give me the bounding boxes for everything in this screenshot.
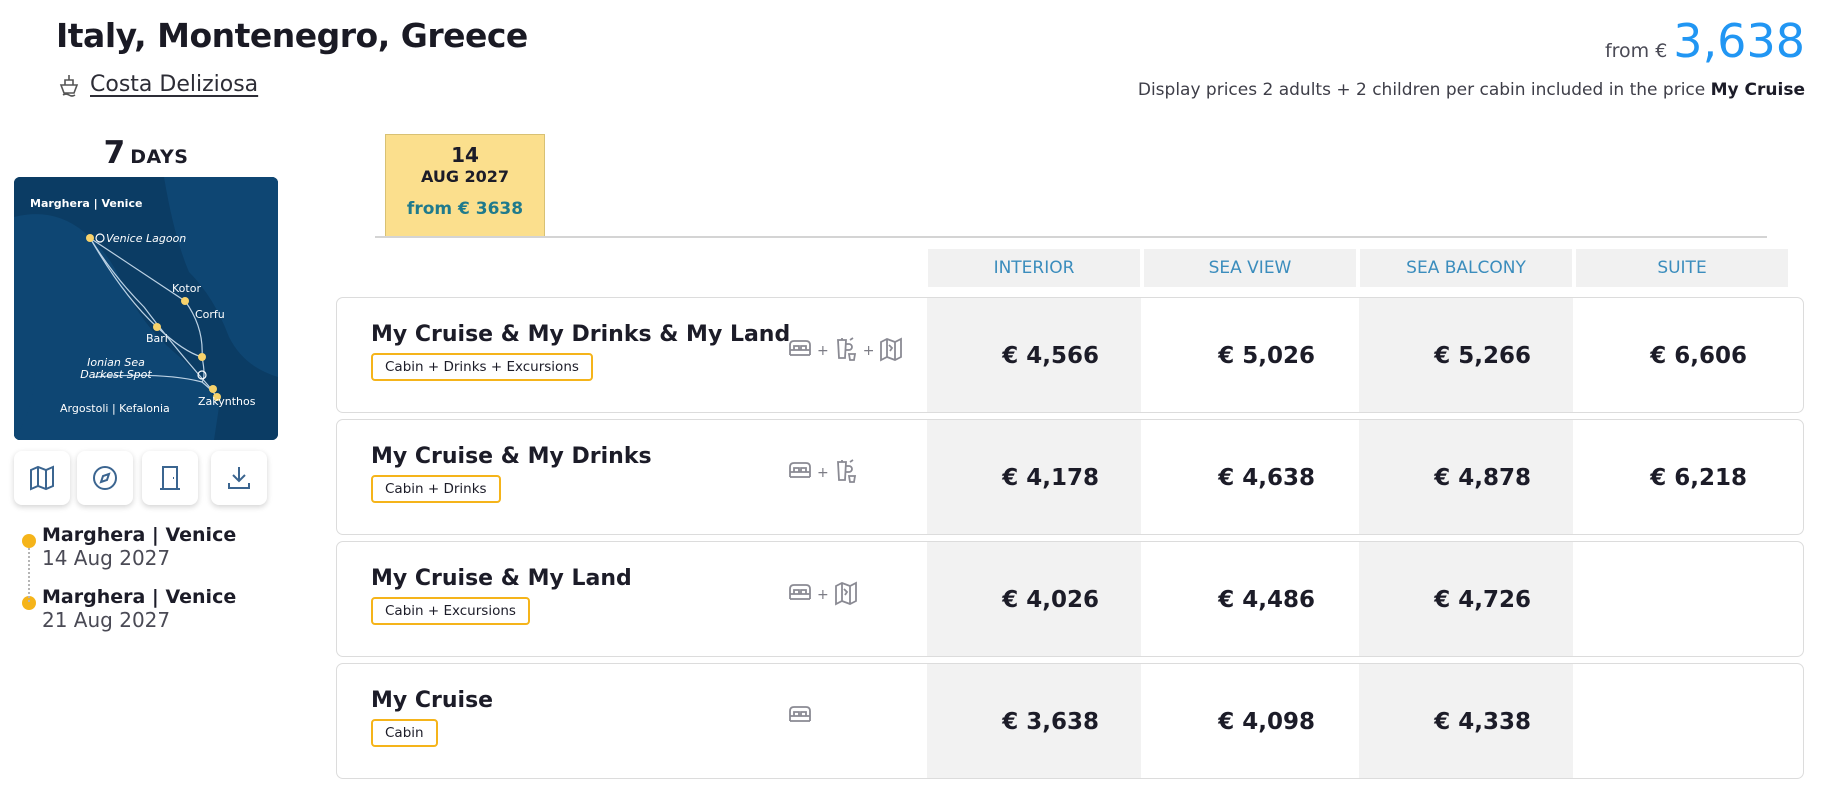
map-view-button[interactable] (14, 451, 70, 505)
tab-month-year: AUG 2027 (420, 167, 510, 186)
map-label-kotor: Kotor (172, 282, 201, 295)
map-label-lagoon: Venice Lagoon (106, 232, 187, 245)
package-row[interactable]: € 4,178 € 4,638 € 4,878 € 6,218 My Cruise & … (336, 419, 1804, 535)
plus-sign: + (817, 587, 829, 603)
price-cell-sea-balcony[interactable]: € 4,726 (1359, 542, 1573, 656)
package-info: My Cruise & My Land Cabin + Excursions (371, 566, 632, 625)
map-label-zakynthos: Zakynthos (198, 395, 256, 408)
price-cell-sea-balcony[interactable]: € 5,266 (1359, 298, 1573, 412)
ship-link[interactable]: Costa Deliziosa (58, 72, 258, 97)
package-icons: + (787, 580, 859, 610)
price-cell-sea-view[interactable]: € 5,026 (1143, 298, 1357, 412)
tab-day: 14 (451, 143, 479, 167)
drinks-icon (833, 336, 859, 366)
package-row[interactable]: € 3,638 € 4,098 € 4,338 My Cruise Cabin (336, 663, 1804, 779)
map-label-bari: Bari (146, 332, 168, 345)
price-cell-sea-view[interactable]: € 4,486 (1143, 542, 1357, 656)
tab-divider (375, 236, 1767, 238)
plus-sign: + (862, 343, 875, 359)
map-label-ionian: Ionian Sea Darkest Spot (80, 356, 152, 381)
pin-icon (22, 534, 36, 548)
price-cell-suite[interactable]: € 6,606 (1575, 298, 1789, 412)
compass-icon (93, 466, 117, 490)
itinerary-port: Marghera | Venice (42, 524, 237, 546)
cabin-icon (787, 702, 813, 732)
itinerary-stop: Marghera | Venice 14 Aug 2027 (22, 524, 236, 570)
door-icon (160, 466, 180, 490)
cabin-button[interactable] (142, 451, 198, 505)
cabin-header-sea-view: SEA VIEW (1144, 249, 1356, 287)
price-cell-suite[interactable]: € 6,218 (1575, 420, 1789, 534)
excursions-icon (833, 580, 859, 610)
package-info: My Cruise Cabin (371, 688, 493, 747)
price-cell-suite (1575, 542, 1789, 656)
map-tools (14, 451, 278, 505)
package-name: My Cruise & My Drinks & My Land (371, 322, 791, 347)
drinks-icon (833, 458, 859, 488)
package-info: My Cruise & My Drinks & My Land Cabin + D… (371, 322, 790, 381)
package-badge: Cabin + Drinks (371, 475, 501, 503)
price-cell-sea-balcony[interactable]: € 4,878 (1359, 420, 1573, 534)
itinerary-date: 14 Aug 2027 (42, 546, 171, 570)
package-row[interactable]: € 4,566 € 5,026 € 5,266 € 6,606 My Cruise & … (336, 297, 1804, 413)
duration-label: DAYS (130, 146, 189, 168)
price-cell-sea-view[interactable]: € 4,638 (1143, 420, 1357, 534)
date-tab-selected[interactable]: 14 AUG 2027 from € 3638 (385, 134, 545, 237)
package-badge: Cabin (371, 719, 438, 747)
from-price: 3,638 (1673, 14, 1805, 68)
price-cell-sea-balcony[interactable]: € 4,338 (1359, 664, 1573, 778)
cabin-header-sea-balcony: SEA BALCONY (1360, 249, 1572, 287)
download-icon (228, 467, 250, 489)
cabin-icon (787, 580, 813, 610)
header-price: from € 3,638 (1605, 14, 1805, 68)
itinerary: Marghera | Venice 14 Aug 2027 Marghera |… (22, 524, 236, 648)
from-label: from € (1604, 40, 1668, 62)
plus-sign: + (817, 465, 829, 481)
price-cell-interior[interactable]: € 4,026 (927, 542, 1141, 656)
tab-price: from € 3638 (406, 199, 524, 219)
itinerary-stop: Marghera | Venice 21 Aug 2027 (22, 586, 236, 632)
price-cell-interior[interactable]: € 3,638 (927, 664, 1141, 778)
package-name: My Cruise (371, 688, 494, 713)
price-cell-interior[interactable]: € 4,566 (927, 298, 1141, 412)
duration: 7 DAYS (14, 135, 278, 171)
ship-icon (59, 74, 79, 97)
package-icons: + + (787, 336, 904, 366)
duration-number: 7 (103, 135, 126, 171)
package-icons (787, 702, 813, 732)
package-icons: + (787, 458, 859, 488)
price-cell-sea-view[interactable]: € 4,098 (1143, 664, 1357, 778)
package-row[interactable]: € 4,026 € 4,486 € 4,726 My Cruise & My Land… (336, 541, 1804, 657)
excursions-icon (878, 336, 904, 366)
plus-sign: + (817, 343, 829, 359)
package-name: My Cruise & My Drinks (371, 444, 652, 469)
display-note: Display prices 2 adults + 2 children per… (1137, 80, 1805, 100)
cabin-icon (787, 336, 813, 366)
itinerary-connector (28, 548, 30, 602)
ship-name[interactable]: Costa Deliziosa (90, 72, 258, 97)
package-info: My Cruise & My Drinks Cabin + Drinks (371, 444, 652, 503)
map-icon (30, 465, 54, 491)
itinerary-date: 21 Aug 2027 (42, 608, 171, 632)
map-label-venice: Marghera | Venice (30, 197, 143, 210)
page-title: Italy, Montenegro, Greece (56, 16, 528, 55)
map-label-corfu: Corfu (195, 308, 225, 321)
route-map[interactable]: Marghera | Venice Venice Lagoon Kotor Co… (14, 177, 278, 440)
itinerary-port: Marghera | Venice (42, 586, 237, 608)
cabin-header-suite: SUITE (1576, 249, 1788, 287)
price-cell-suite (1575, 664, 1789, 778)
package-badge: Cabin + Excursions (371, 597, 530, 625)
download-button[interactable] (211, 451, 267, 505)
package-name: My Cruise & My Land (371, 566, 632, 591)
cabin-icon (787, 458, 813, 488)
map-label-argostoli: Argostoli | Kefalonia (60, 402, 170, 415)
package-badge: Cabin + Drinks + Excursions (371, 353, 593, 381)
cabin-header-interior: INTERIOR (928, 249, 1140, 287)
price-cell-interior[interactable]: € 4,178 (927, 420, 1141, 534)
explore-button[interactable] (77, 451, 133, 505)
